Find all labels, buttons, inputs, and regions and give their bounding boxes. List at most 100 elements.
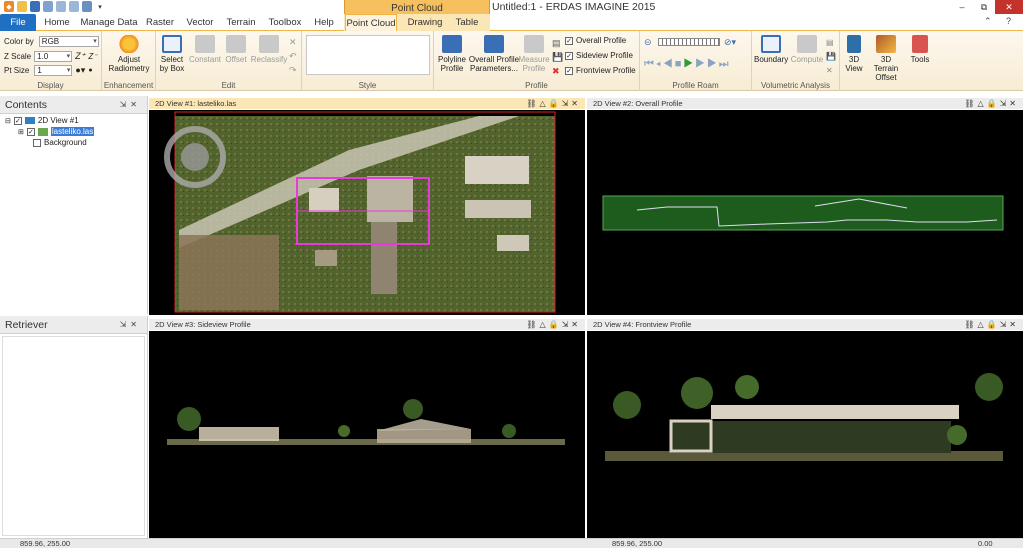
volumetric-group-label: Volumetric Analysis <box>761 81 830 90</box>
z-scale-input[interactable]: 1.0 <box>34 51 73 62</box>
view3-canvas[interactable] <box>149 331 585 538</box>
roam-speed-max-icon[interactable]: ⊘▾ <box>724 37 736 48</box>
tree-item-las[interactable]: ⊞ ✓ lasteliko.las <box>18 127 95 136</box>
sideview-profile-check-label: Sideview Profile <box>576 51 633 60</box>
constant-button[interactable]: Constant <box>188 35 222 64</box>
frontview-profile-checkbox[interactable]: ✓ Frontview Profile <box>565 66 636 75</box>
polyline-label: Polyline <box>437 55 466 64</box>
tab-terrain[interactable]: Terrain <box>222 14 260 31</box>
adjust-radiometry-button[interactable]: Adjust Radiometry <box>104 35 154 73</box>
roam-speed-icon[interactable]: ⊝ <box>644 37 652 48</box>
boundary-button[interactable]: Boundary <box>754 35 788 64</box>
open-icon[interactable] <box>17 1 27 12</box>
point-size-down-icon[interactable]: ● <box>88 67 92 74</box>
retriever-list[interactable] <box>2 336 145 536</box>
tree-item-background[interactable]: Background <box>33 138 87 147</box>
pt-size-input[interactable]: 1 <box>34 65 73 76</box>
3d-label: 3D <box>848 55 860 64</box>
app-menu-icon[interactable]: ◆ <box>4 1 14 12</box>
z-down-icon[interactable]: Z⁻ <box>88 52 97 61</box>
tree-label: Background <box>44 138 87 147</box>
tab-manage-data[interactable]: Manage Data <box>80 14 138 31</box>
volumetric-group: Boundary Compute ▤ 💾 ✕ Volumetric Analysis <box>752 31 840 91</box>
z-up-icon[interactable]: Z⁺ <box>75 51 85 62</box>
zoom-in-icon[interactable] <box>56 1 66 12</box>
tree-label: 2D View #1 <box>37 116 79 125</box>
ribbon-options-icons[interactable]: ⌃ ? <box>984 16 1017 27</box>
roam-speed-slider[interactable] <box>658 38 720 46</box>
3d-view-button[interactable]: 3D View <box>842 35 866 73</box>
tab-vector[interactable]: Vector <box>182 14 218 31</box>
sun-icon <box>119 35 139 53</box>
pan-icon[interactable] <box>82 1 92 12</box>
color-by-select[interactable]: RGB <box>38 36 99 47</box>
tab-toolbox[interactable]: Toolbox <box>264 14 306 31</box>
select-by-box-button[interactable]: Select by Box <box>158 35 186 73</box>
measure-icon <box>524 35 544 53</box>
view-controls[interactable]: ⛓△🔒⇲✕ <box>964 319 1019 330</box>
close-button[interactable]: ✕ <box>995 0 1023 14</box>
view-controls[interactable]: ⛓△🔒⇲✕ <box>526 98 581 109</box>
sideview-profile-checkbox[interactable]: ✓ Sideview Profile <box>565 51 633 60</box>
customize-icon[interactable]: ▾ <box>95 1 105 12</box>
view4-canvas[interactable] <box>587 331 1023 538</box>
quick-access-toolbar: ◆ ▾ <box>4 1 105 12</box>
offset-label: Offset <box>225 55 247 64</box>
minimize-button[interactable]: – <box>951 0 973 14</box>
overall-profile-checkbox[interactable]: ✓ Overall Profile <box>565 36 626 45</box>
profile-side-icons[interactable]: ▤ 💾 ✖ <box>552 36 563 78</box>
polyline-profile-button[interactable]: Polyline Profile <box>436 35 468 73</box>
select-icon[interactable] <box>43 1 53 12</box>
view-controls[interactable]: ⛓△🔒⇲✕ <box>964 98 1019 109</box>
view1-canvas[interactable] <box>149 110 585 315</box>
polyline-profile-icon <box>442 35 462 53</box>
status-bar: 859.96, 255.00 859.96, 255.00 0.00 <box>0 538 1023 548</box>
tab-help[interactable]: Help <box>308 14 340 31</box>
window-controls: – ⧉ ✕ <box>951 0 1023 14</box>
3d-terrain-offset-button[interactable]: 3D Terrain Offset <box>868 35 904 82</box>
checkbox[interactable]: ✓ <box>565 66 573 75</box>
volumetric-side-icons[interactable]: ▤ 💾 ✕ <box>826 36 836 78</box>
tree-label: lasteliko.las <box>50 127 95 136</box>
view3-title: 2D View #3: Sideview Profile <box>155 320 251 329</box>
zoom-out-icon[interactable] <box>69 1 79 12</box>
checkbox[interactable] <box>33 138 41 147</box>
select-box-icon <box>162 35 182 53</box>
checkbox[interactable]: ✓ <box>565 51 573 60</box>
checkbox[interactable]: ✓ <box>13 116 22 125</box>
tools-label: Tools <box>910 55 930 64</box>
tree-item-2d-view[interactable]: ⊟ ✓ 2D View #1 <box>5 116 79 125</box>
measure-profile-button[interactable]: Measure Profile <box>518 35 550 73</box>
save-icon[interactable] <box>30 1 40 12</box>
tab-drawing[interactable]: Drawing <box>402 14 448 31</box>
reclassify-icon <box>259 35 279 53</box>
tab-file[interactable]: File <box>0 14 36 31</box>
ribbon: Color by RGB Z Scale 1.0 Z⁺ Z⁻ Pt Size 1… <box>0 31 1023 91</box>
panel-controls[interactable]: ⇲✕ <box>120 316 141 334</box>
offset-button[interactable]: Offset <box>222 35 250 64</box>
parameters-label: Parameters... <box>469 64 518 73</box>
checkbox[interactable]: ✓ <box>26 127 35 136</box>
tab-point-cloud[interactable]: Point Cloud <box>345 14 397 31</box>
view-controls[interactable]: ⛓△🔒⇲✕ <box>526 319 581 330</box>
checkbox[interactable]: ✓ <box>565 36 573 45</box>
tab-home[interactable]: Home <box>38 14 76 31</box>
panel-controls[interactable]: ⇲✕ <box>120 96 141 114</box>
roam-controls[interactable]: ⏮◂◀■▶▶▶⏭ <box>644 58 731 71</box>
offset-icon <box>226 35 246 53</box>
collapse-icon[interactable]: ⊟ <box>5 117 11 125</box>
overall-profile-parameters-button[interactable]: Overall Profile Parameters... <box>468 35 520 73</box>
style-gallery[interactable] <box>306 35 430 75</box>
restore-button[interactable]: ⧉ <box>973 0 995 14</box>
tools-button[interactable]: Tools <box>906 35 934 64</box>
edit-side-icons[interactable]: ✕ ↶ ↷ <box>289 35 297 77</box>
expand-icon[interactable]: ⊞ <box>18 128 24 136</box>
compute-button[interactable]: Compute <box>790 35 824 64</box>
overall-profile-plot <box>602 195 1004 231</box>
point-size-up-icon[interactable]: ●▾ <box>75 65 85 76</box>
view2-canvas[interactable] <box>587 110 1023 315</box>
tab-raster[interactable]: Raster <box>142 14 178 31</box>
reclassify-button[interactable]: Reclassify <box>250 35 288 64</box>
title-bar: ◆ ▾ Point Cloud Untitled:1 - ERDAS IMAGI… <box>0 0 1023 17</box>
tab-table[interactable]: Table <box>452 14 482 31</box>
